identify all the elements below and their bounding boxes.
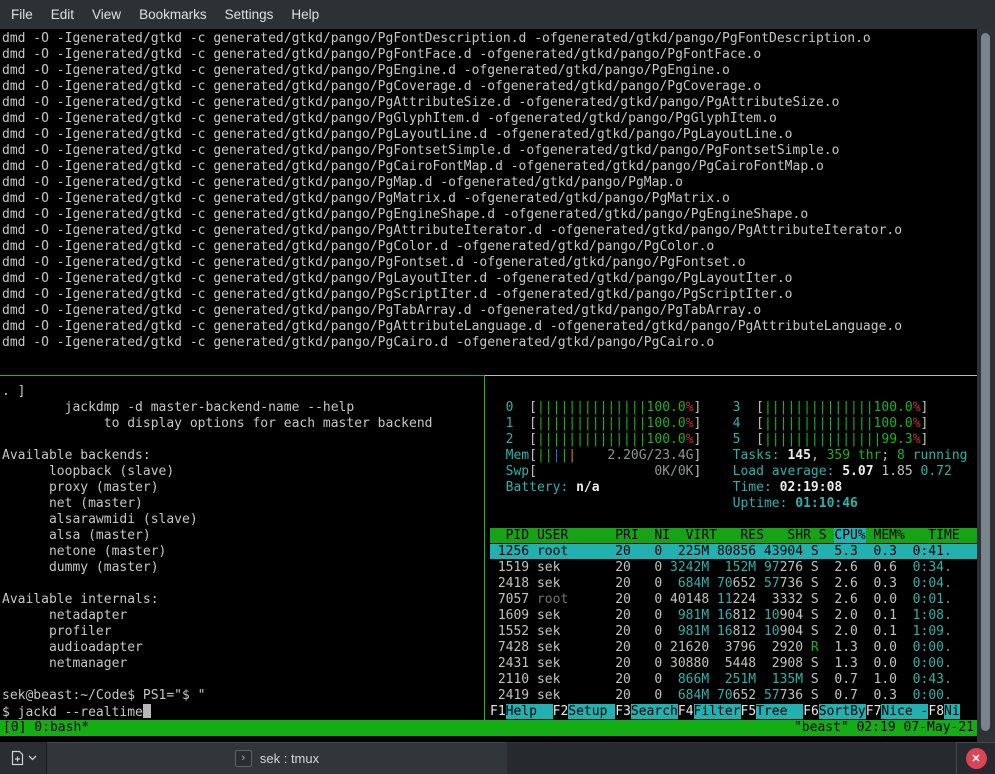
jack-line <box>2 672 432 688</box>
htop-line: Battery: n/a Time: 02:19:08 <box>490 480 995 496</box>
tab-sek-tmux[interactable]: › sek : tmux <box>47 742 507 774</box>
tab-bar-spacer <box>507 742 956 774</box>
menu-item-settings[interactable]: Settings <box>216 0 283 29</box>
menu-bar: FileEditViewBookmarksSettingsHelp <box>0 0 995 29</box>
htop-line: 7057 root 20 0 40148 11224 3332 S 2.6 0.… <box>490 592 995 608</box>
htop-line: 2419 sek 20 0 684M 70652 57736 S 0.7 0.3… <box>490 688 995 704</box>
close-icon: ✕ <box>966 748 987 769</box>
build-line: dmd -O -Igenerated/gtkd -c generated/gtk… <box>2 175 902 191</box>
tab-title: sek : tmux <box>260 751 319 766</box>
scrollbar-thumb[interactable] <box>981 33 990 731</box>
build-line: dmd -O -Igenerated/gtkd -c generated/gtk… <box>2 255 902 271</box>
jack-line: . ] <box>2 384 432 400</box>
build-output-pane: dmd -O -Igenerated/gtkd -c generated/gtk… <box>2 31 902 351</box>
build-line: dmd -O -Igenerated/gtkd -c generated/gtk… <box>2 95 902 111</box>
build-line: dmd -O -Igenerated/gtkd -c generated/gtk… <box>2 287 902 303</box>
build-line: dmd -O -Igenerated/gtkd -c generated/gtk… <box>2 159 902 175</box>
jack-line: proxy (master) <box>2 480 432 496</box>
htop-line: 1609 sek 20 0 981M 16812 10904 S 2.0 0.1… <box>490 608 995 624</box>
htop-line: 7428 sek 20 0 21620 3796 2920 R 1.3 0.0 … <box>490 640 995 656</box>
htop-line: 1519 sek 20 0 3242M 152M 97276 S 2.6 0.6… <box>490 560 995 576</box>
tmux-status-bar: [0] 0:bash* "beast" 02:19 07-May-21 <box>0 720 977 736</box>
text-cursor <box>143 704 151 718</box>
new-tab-button[interactable] <box>0 742 47 774</box>
build-line: dmd -O -Igenerated/gtkd -c generated/gtk… <box>2 79 902 95</box>
jack-line: profiler <box>2 624 432 640</box>
jack-line: alsarawmidi (slave) <box>2 512 432 528</box>
htop-line: 2431 sek 20 0 30880 5448 2908 S 1.3 0.0 … <box>490 656 995 672</box>
jack-line: Available internals: <box>2 592 432 608</box>
build-line: dmd -O -Igenerated/gtkd -c generated/gtk… <box>2 223 902 239</box>
build-line: dmd -O -Igenerated/gtkd -c generated/gtk… <box>2 127 902 143</box>
build-line: dmd -O -Igenerated/gtkd -c generated/gtk… <box>2 143 902 159</box>
tmux-pane-border-horizontal-active <box>0 375 485 376</box>
terminal-area[interactable]: dmd -O -Igenerated/gtkd -c generated/gtk… <box>0 29 995 742</box>
build-line: dmd -O -Igenerated/gtkd -c generated/gtk… <box>2 47 902 63</box>
htop-pane: 0 [||||||||||||||100.0%] 3 [||||||||||||… <box>490 400 995 720</box>
jack-line: audioadapter <box>2 640 432 656</box>
jack-line: net (master) <box>2 496 432 512</box>
jack-line: alsa (master) <box>2 528 432 544</box>
htop-line <box>490 512 995 528</box>
htop-line: 2110 sek 20 0 866M 251M 135M S 0.7 1.0 0… <box>490 672 995 688</box>
htop-line: Mem[||||| 2.20G/23.4G] Tasks: 145, 359 t… <box>490 448 995 464</box>
htop-line: 0 [||||||||||||||100.0%] 3 [||||||||||||… <box>490 400 995 416</box>
build-line: dmd -O -Igenerated/gtkd -c generated/gtk… <box>2 335 902 351</box>
build-line: dmd -O -Igenerated/gtkd -c generated/gtk… <box>2 191 902 207</box>
htop-line: 1256 root 20 0 225M 80856 43904 S 5.3 0.… <box>490 544 995 560</box>
scrollbar-track[interactable] <box>977 29 995 742</box>
htop-line: 1 [||||||||||||||100.0%] 4 [||||||||||||… <box>490 416 995 432</box>
build-line: dmd -O -Igenerated/gtkd -c generated/gtk… <box>2 31 902 47</box>
tmux-pane-border-horizontal <box>485 375 977 376</box>
tmux-session-window[interactable]: [0] 0:bash* <box>3 720 89 736</box>
build-line: dmd -O -Igenerated/gtkd -c generated/gtk… <box>2 63 902 79</box>
jack-line: loopback (slave) <box>2 464 432 480</box>
build-line: dmd -O -Igenerated/gtkd -c generated/gtk… <box>2 319 902 335</box>
menu-item-view[interactable]: View <box>83 0 130 29</box>
tmux-pane-border-vertical <box>484 376 485 720</box>
jack-line <box>2 576 432 592</box>
shell-prompt-line[interactable]: $ jackd --realtime <box>2 704 432 720</box>
build-line: dmd -O -Igenerated/gtkd -c generated/gtk… <box>2 111 902 127</box>
jack-line: dummy (master) <box>2 560 432 576</box>
htop-line: 2418 sek 20 0 684M 70652 57736 S 2.6 0.3… <box>490 576 995 592</box>
build-line: dmd -O -Igenerated/gtkd -c generated/gtk… <box>2 271 902 287</box>
terminal-activity-icon: › <box>235 750 252 767</box>
jack-line: to display options for each master backe… <box>2 416 432 432</box>
menu-item-file[interactable]: File <box>2 0 42 29</box>
tab-bar: › sek : tmux ✕ <box>0 742 995 774</box>
menu-item-help[interactable]: Help <box>282 0 328 29</box>
build-line: dmd -O -Igenerated/gtkd -c generated/gtk… <box>2 207 902 223</box>
jack-line: netadapter <box>2 608 432 624</box>
menu-item-bookmarks[interactable]: Bookmarks <box>130 0 216 29</box>
build-line: dmd -O -Igenerated/gtkd -c generated/gtk… <box>2 303 902 319</box>
menu-item-edit[interactable]: Edit <box>42 0 83 29</box>
htop-line: Uptime: 01:10:46 <box>490 496 995 512</box>
jack-line: Available backends: <box>2 448 432 464</box>
tmux-host-clock: "beast" 02:19 07-May-21 <box>794 720 974 736</box>
jack-line: sek@beast:~/Code$ PS1="$ " <box>2 688 432 704</box>
htop-line: Swp[ 0K/0K] Load average: 5.07 1.85 0.72 <box>490 464 995 480</box>
htop-line: 1552 sek 20 0 981M 16812 10904 S 2.0 0.1… <box>490 624 995 640</box>
new-tab-icon <box>10 750 25 766</box>
jack-line: netmanager <box>2 656 432 672</box>
close-tab-button[interactable]: ✕ <box>956 742 995 774</box>
jack-line: netone (master) <box>2 544 432 560</box>
jack-line: jackdmp -d master-backend-name --help <box>2 400 432 416</box>
htop-line: 2 [||||||||||||||100.0%] 5 [||||||||||||… <box>490 432 995 448</box>
jack-shell-pane: . ] jackdmp -d master-backend-name --hel… <box>2 384 432 720</box>
chevron-down-icon <box>28 755 37 761</box>
build-line: dmd -O -Igenerated/gtkd -c generated/gtk… <box>2 239 902 255</box>
htop-line: F1Help F2Setup F3SearchF4FilterF5Tree F6… <box>490 704 995 720</box>
konsole-window: FileEditViewBookmarksSettingsHelp dmd -O… <box>0 0 995 774</box>
htop-line: PID USER PRI NI VIRT RES SHR S CPU% MEM%… <box>490 528 995 544</box>
jack-line <box>2 432 432 448</box>
